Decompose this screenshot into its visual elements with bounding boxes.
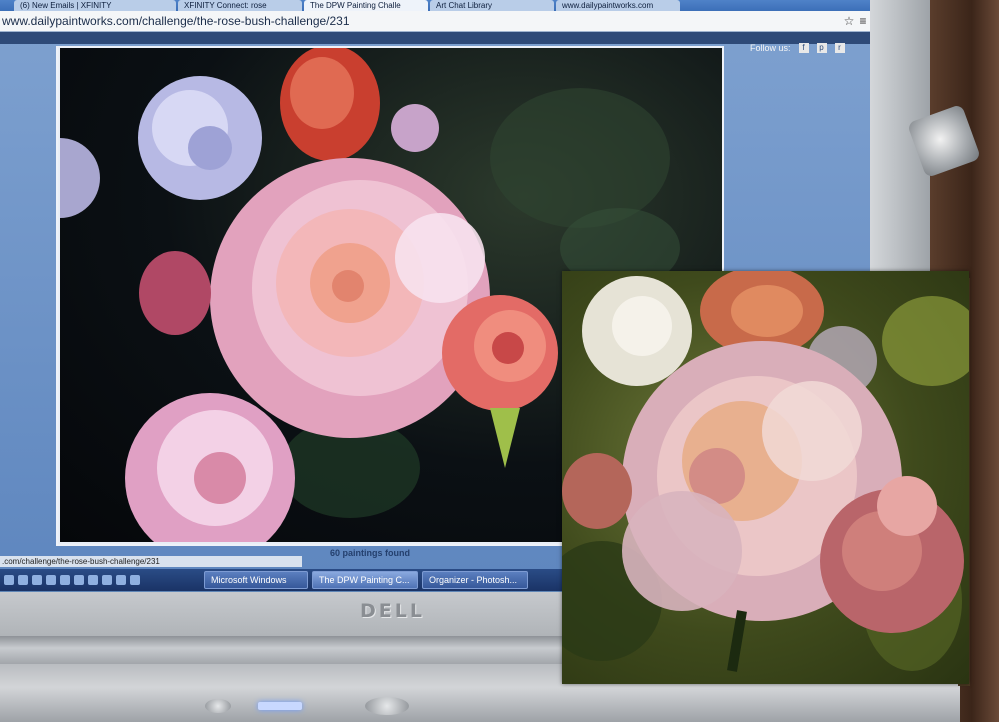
address-bar[interactable]: www.dailypaintworks.com/challenge/the-ro… bbox=[0, 11, 870, 32]
taskbar-item-dpw[interactable]: The DPW Painting C... bbox=[312, 571, 418, 589]
follow-us-bar: Follow us: f p r bbox=[750, 43, 845, 53]
tab-xfinity-connect[interactable]: XFINITY Connect: rose bbox=[178, 0, 302, 11]
tab-dpw-challenge[interactable]: The DPW Painting Challe bbox=[304, 0, 428, 11]
rose-painting-image bbox=[562, 271, 969, 672]
pinterest-icon[interactable]: p bbox=[816, 43, 827, 53]
tab-dailypaintworks[interactable]: www.dailypaintworks.com bbox=[556, 0, 680, 11]
rss-icon[interactable]: r bbox=[834, 43, 845, 53]
follow-label: Follow us: bbox=[750, 43, 791, 53]
indicator-light bbox=[258, 702, 302, 710]
browser-tab-bar: (6) New Emails | XFINITY XFINITY Connect… bbox=[0, 0, 870, 11]
power-button[interactable] bbox=[365, 697, 409, 715]
tab-xfinity-email[interactable]: (6) New Emails | XFINITY bbox=[14, 0, 176, 11]
mail-icon[interactable] bbox=[32, 575, 42, 585]
dell-logo: DELL bbox=[360, 600, 425, 622]
url-field[interactable]: www.dailypaintworks.com/challenge/the-ro… bbox=[0, 14, 842, 28]
app-icon[interactable] bbox=[116, 575, 126, 585]
chrome-icon[interactable] bbox=[60, 575, 70, 585]
tab-art-chat-library[interactable]: Art Chat Library bbox=[430, 0, 554, 11]
results-count: 60 paintings found bbox=[330, 548, 410, 558]
status-bar-url: .com/challenge/the-rose-bush-challenge/2… bbox=[0, 556, 302, 567]
app-icon[interactable] bbox=[102, 575, 112, 585]
photo-app-icon[interactable] bbox=[88, 575, 98, 585]
firefox-icon[interactable] bbox=[74, 575, 84, 585]
facebook-icon[interactable]: f bbox=[798, 43, 809, 53]
site-header bbox=[0, 32, 870, 44]
ie-icon[interactable] bbox=[4, 575, 14, 585]
laptop-button[interactable] bbox=[205, 699, 231, 713]
media-icon[interactable] bbox=[46, 575, 56, 585]
oil-painting-panel bbox=[562, 271, 969, 684]
app-icon[interactable] bbox=[130, 575, 140, 585]
taskbar-item-windows[interactable]: Microsoft Windows bbox=[204, 571, 308, 589]
menu-icon[interactable]: ≡ bbox=[856, 14, 870, 28]
taskbar-item-organizer[interactable]: Organizer - Photosh... bbox=[422, 571, 528, 589]
star-icon[interactable]: ☆ bbox=[842, 14, 856, 28]
folder-icon[interactable] bbox=[18, 575, 28, 585]
